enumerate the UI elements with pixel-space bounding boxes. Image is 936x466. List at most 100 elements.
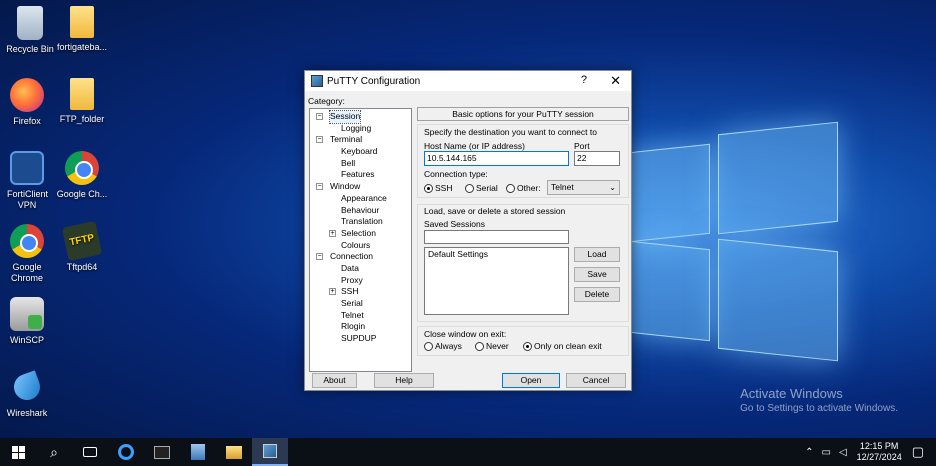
file-explorer-icon[interactable] [216, 438, 252, 466]
notifications-icon[interactable]: ▢ [912, 444, 924, 460]
forticlient-icon [10, 151, 44, 185]
radio-other[interactable]: Other: [506, 183, 541, 193]
collapse-icon[interactable]: − [316, 253, 323, 261]
cancel-button[interactable]: Cancel [566, 373, 626, 388]
radio-dot [506, 183, 515, 193]
port-input[interactable]: 22 [574, 151, 620, 166]
start-button[interactable] [0, 438, 36, 466]
command-prompt-icon[interactable] [144, 438, 180, 466]
radio-serial[interactable]: Serial [465, 183, 498, 193]
radio-only-on-clean-exit[interactable]: Only on clean exit [523, 341, 602, 351]
tree-item-rlogin[interactable]: Rlogin [310, 321, 411, 333]
radio-dot [475, 341, 484, 351]
collapse-icon[interactable]: − [316, 113, 323, 120]
radio-dot [523, 341, 532, 351]
chrome-icon [65, 151, 99, 185]
desktop-icon-firefox[interactable]: Firefox [0, 78, 57, 127]
category-tree[interactable]: − Session Logging − Terminal Keyboard Bell Feat… [309, 108, 412, 372]
taskbar: ⌕ ⌃ ▭ ◁ 12:15 PM 12/27/2024 ▢ [0, 438, 936, 466]
tree-item-bell[interactable]: Bell [310, 158, 411, 170]
tree-item-colours[interactable]: Colours [310, 240, 411, 252]
desktop-icon-recycle-bin[interactable]: Recycle Bin [0, 6, 60, 55]
tree-item-terminal[interactable]: − Terminal [310, 134, 411, 146]
chrome-icon [10, 224, 44, 258]
tree-item-selection[interactable]: + Selection [310, 228, 411, 240]
saved-sessions-label: Saved Sessions [424, 219, 485, 229]
tree-item-connection[interactable]: − Connection [310, 251, 411, 263]
expand-icon[interactable]: + [329, 229, 336, 237]
load-button[interactable]: Load [574, 247, 620, 262]
tree-item-label: Selection [341, 227, 376, 238]
task-view-icon[interactable] [72, 438, 108, 466]
saved-sessions-input[interactable] [424, 230, 569, 244]
about-button[interactable]: About [312, 373, 357, 388]
firefox-icon [10, 78, 44, 112]
radio-never[interactable]: Never [475, 341, 509, 351]
tree-item-translation[interactable]: Translation [310, 216, 411, 228]
folder-icon [70, 78, 94, 110]
tree-item-data[interactable]: Data [310, 263, 411, 275]
desktop-icon-google-chrome-shortcut[interactable]: Google Ch... [52, 151, 112, 200]
volume-icon[interactable]: ◁ [839, 447, 847, 458]
chevron-up-icon[interactable]: ⌃ [805, 447, 813, 458]
help-icon[interactable]: ? [581, 74, 587, 86]
close-icon[interactable]: ✕ [610, 73, 621, 89]
radio-always[interactable]: Always [424, 341, 462, 351]
putty-taskbar-icon[interactable] [252, 438, 288, 466]
desktop-icon-ftp-folder[interactable]: FTP_folder [52, 78, 112, 125]
tree-item-label: Behaviour [341, 204, 380, 215]
tree-item-session[interactable]: − Session [310, 110, 411, 124]
open-button[interactable]: Open [502, 373, 560, 388]
stored-sessions-group: Load, save or delete a stored session Sa… [417, 204, 629, 322]
tree-item-features[interactable]: Features [310, 169, 411, 181]
desktop-icon-fortigate-folder[interactable]: fortigateba... [52, 6, 112, 53]
server-manager-icon[interactable] [180, 438, 216, 466]
tree-item-label: Logging [341, 122, 372, 133]
desktop-icon-google-chrome[interactable]: Google Chrome [0, 224, 57, 284]
collapse-icon[interactable]: − [316, 183, 323, 191]
host-name-input[interactable]: 10.5.144.165 [424, 151, 569, 166]
desktop-icon-tftpd64[interactable]: TFTP Tftpd64 [52, 220, 112, 273]
tree-item-supdup[interactable]: SUPDUP [310, 333, 411, 345]
collapse-icon[interactable]: − [316, 136, 323, 144]
wireshark-icon [10, 370, 44, 404]
port-label: Port [574, 141, 590, 151]
tree-item-proxy[interactable]: Proxy [310, 275, 411, 287]
tree-item-window[interactable]: − Window [310, 181, 411, 193]
tftpd-icon: TFTP [61, 220, 103, 262]
tree-item-label: SSH [341, 286, 359, 297]
desktop-icon-forticlient-vpn[interactable]: FortiClient VPN [0, 151, 57, 211]
other-protocol-select[interactable]: Telnet ⌄ [547, 180, 620, 195]
tree-item-logging[interactable]: Logging [310, 123, 411, 135]
destination-group: Specify the destination you want to conn… [417, 124, 629, 198]
sessions-list[interactable]: Default Settings [424, 247, 569, 315]
folder-icon [70, 6, 94, 38]
title-bar[interactable]: PuTTY Configuration ? ✕ [305, 71, 631, 91]
connection-type-label: Connection type: [424, 169, 488, 179]
category-label: Category: [308, 96, 345, 106]
session-item[interactable]: Default Settings [428, 249, 565, 259]
expand-icon[interactable]: + [329, 288, 336, 296]
internet-explorer-icon[interactable] [108, 438, 144, 466]
tree-item-ssh[interactable]: + SSH [310, 286, 411, 298]
tree-item-keyboard[interactable]: Keyboard [310, 146, 411, 158]
panel-header: Basic options for your PuTTY session [417, 107, 629, 121]
tree-item-label: Bell [341, 157, 356, 168]
tree-item-behaviour[interactable]: Behaviour [310, 205, 411, 217]
desktop-icon-wireshark[interactable]: Wireshark [0, 370, 57, 419]
tree-item-label: Features [341, 169, 375, 180]
tree-item-telnet[interactable]: Telnet [310, 310, 411, 322]
help-button[interactable]: Help [374, 373, 434, 388]
network-icon[interactable]: ▭ [822, 447, 831, 458]
desktop-icon-winscp[interactable]: WinSCP [0, 297, 57, 346]
radio-ssh[interactable]: SSH [424, 183, 452, 193]
tree-item-label: Connection [330, 251, 374, 262]
delete-button[interactable]: Delete [574, 287, 620, 302]
clock-date: 12/27/2024 [856, 452, 902, 462]
clock[interactable]: 12:15 PM 12/27/2024 [857, 441, 902, 463]
search-icon[interactable]: ⌕ [36, 438, 72, 466]
tree-item-appearance[interactable]: Appearance [310, 193, 411, 205]
save-button[interactable]: Save [574, 267, 620, 282]
tree-item-label: Proxy [341, 274, 363, 285]
tree-item-serial[interactable]: Serial [310, 298, 411, 310]
